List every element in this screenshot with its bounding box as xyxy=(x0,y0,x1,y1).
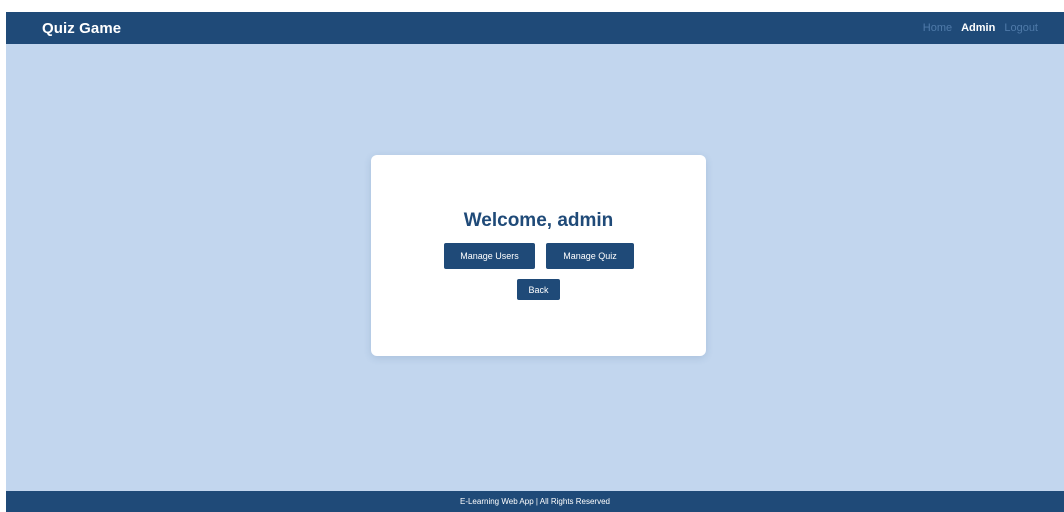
nav-links: Home Admin Logout xyxy=(923,22,1038,34)
nav-link-admin[interactable]: Admin xyxy=(961,22,995,34)
footer-text: E-Learning Web App | All Rights Reserved xyxy=(459,497,610,506)
welcome-card: Welcome, admin Manage Users Manage Quiz … xyxy=(371,155,706,356)
navbar: Quiz Game Home Admin Logout xyxy=(6,12,1064,44)
back-button[interactable]: Back xyxy=(517,279,560,300)
manage-users-button[interactable]: Manage Users xyxy=(444,243,535,269)
brand-title[interactable]: Quiz Game xyxy=(42,20,121,37)
welcome-heading: Welcome, admin xyxy=(463,210,614,231)
footer: E-Learning Web App | All Rights Reserved xyxy=(6,491,1064,512)
manage-quiz-button[interactable]: Manage Quiz xyxy=(546,243,634,269)
nav-link-home[interactable]: Home xyxy=(923,22,952,34)
app-root: Quiz Game Home Admin Logout Welcome, adm… xyxy=(6,12,1064,512)
nav-link-logout[interactable]: Logout xyxy=(1004,22,1038,34)
